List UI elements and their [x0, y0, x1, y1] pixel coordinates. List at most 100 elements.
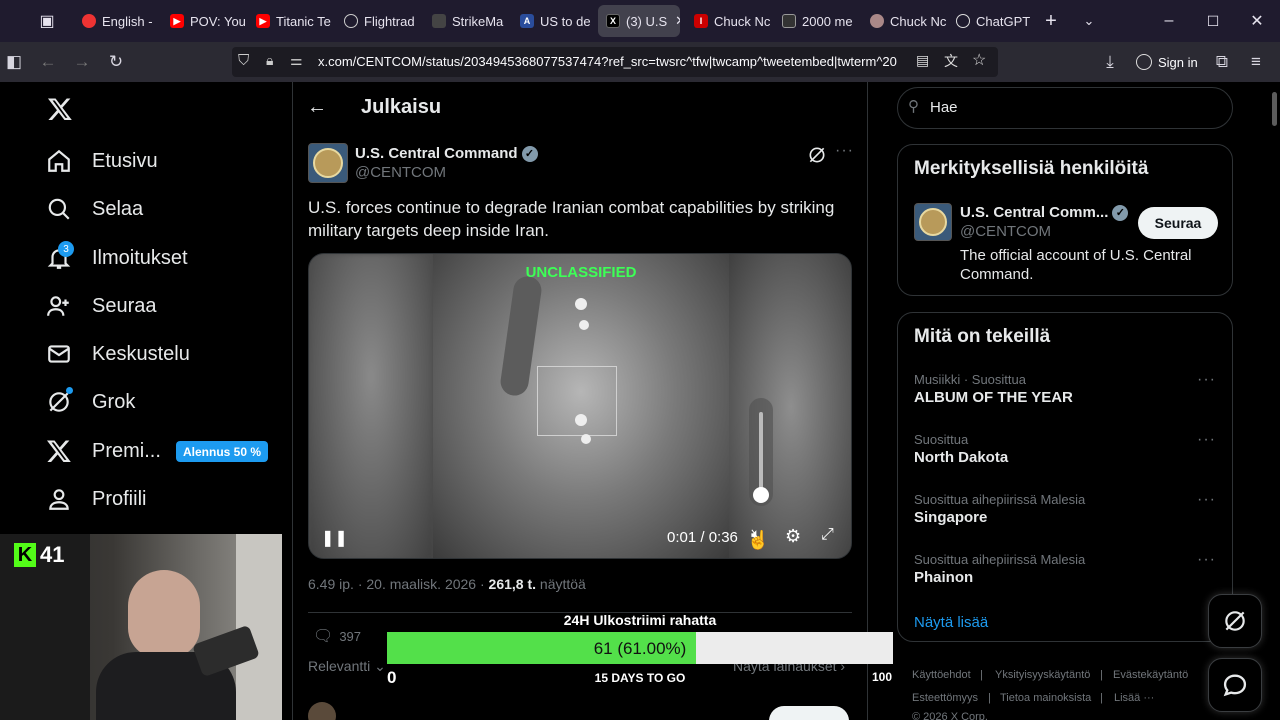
forward-icon[interactable]: →	[70, 50, 94, 74]
pause-icon[interactable]: ❚❚	[321, 528, 348, 548]
tab-1[interactable]: English -	[74, 5, 166, 37]
search-input[interactable]: ⚲ Hae	[897, 87, 1233, 129]
sidebar-item-home[interactable]: Etusivu	[46, 141, 158, 181]
tab-10[interactable]: Chuck Nc	[862, 5, 948, 37]
trend-item[interactable]: Suosittua North Dakota ···	[898, 429, 1232, 485]
sidebar-item-profile[interactable]: Profiili	[46, 479, 146, 519]
verified-badge-icon: ✓	[521, 145, 538, 162]
maximize-icon[interactable]: ☐	[1200, 8, 1226, 34]
tab-3[interactable]: ▶ Titanic Te	[248, 5, 334, 37]
sidebar-item-grok[interactable]: Grok	[46, 382, 135, 422]
kick-counter: K 41	[14, 542, 64, 568]
avatar[interactable]	[914, 203, 952, 241]
centcom-seal-icon	[919, 208, 947, 236]
sidebar-item-messages[interactable]: Keskustelu	[46, 334, 190, 374]
bookmark-star-icon[interactable]: ☆	[972, 50, 986, 70]
sidebar-toggle-icon[interactable]: ◧	[2, 50, 26, 74]
tab-5[interactable]: StrikeMa	[424, 5, 510, 37]
profile-icon	[49, 489, 69, 510]
close-window-icon[interactable]: ✕	[1244, 8, 1270, 34]
show-more-link[interactable]: Näytä lisää	[914, 614, 988, 631]
back-arrow-icon[interactable]: ←	[307, 96, 327, 119]
tab-2[interactable]: ▶ POV: You	[162, 5, 248, 37]
footer-copyright: © 2026 X Corp.	[912, 711, 988, 720]
more-options-icon[interactable]: ···	[835, 142, 854, 160]
more-options-icon[interactable]: ···	[1197, 551, 1216, 569]
tab-6[interactable]: A US to de	[512, 5, 598, 37]
more-options-icon[interactable]: ···	[1197, 491, 1216, 509]
volume-slider[interactable]	[749, 398, 773, 506]
reply-avatar[interactable]	[308, 702, 336, 720]
extensions-icon[interactable]: ⧉	[1210, 50, 1234, 74]
author-handle[interactable]: @CENTCOM	[355, 164, 446, 181]
tab-overview-icon[interactable]: ▣	[34, 8, 60, 34]
footer-link[interactable]: Lisää ···	[1114, 692, 1154, 704]
x-logo-icon[interactable]	[47, 96, 73, 122]
address-bar[interactable]: ⛉ 🔒︎ ⚌ x.com/CENTCOM/status/203494536807…	[232, 47, 998, 77]
grok-floating-button[interactable]	[1208, 594, 1262, 648]
messages-floating-button[interactable]	[1208, 658, 1262, 712]
menu-icon[interactable]: ≡	[1244, 50, 1268, 74]
favicon-icon: A	[520, 14, 534, 28]
tab-11[interactable]: ChatGPT	[948, 5, 1034, 37]
more-options-icon[interactable]: ···	[1197, 371, 1216, 389]
minimize-icon[interactable]: –	[1156, 8, 1182, 34]
premium-discount-badge[interactable]: Alennus 50 %	[176, 441, 269, 462]
chat-bubble-icon	[1223, 674, 1247, 697]
url-text[interactable]: x.com/CENTCOM/status/2034945368077537474…	[318, 54, 910, 69]
grok-icon[interactable]	[807, 145, 827, 165]
footer-link[interactable]: Tietoa mainoksista	[1000, 692, 1091, 704]
reader-view-icon[interactable]: ▤	[916, 52, 929, 69]
new-tab-icon[interactable]: +	[1038, 8, 1064, 34]
person-name[interactable]: U.S. Central Comm... ✓	[960, 204, 1129, 221]
sidebar-item-notifications[interactable]: 3 Ilmoitukset	[46, 238, 188, 278]
person-handle[interactable]: @CENTCOM	[960, 223, 1051, 240]
settings-gear-icon[interactable]: ⚙	[785, 526, 801, 547]
account-icon	[1136, 54, 1152, 70]
scrollbar-thumb[interactable]	[1272, 92, 1277, 126]
shield-icon[interactable]: ⛉	[238, 52, 249, 69]
trend-item[interactable]: Musiikki · Suosittua ALBUM OF THE YEAR ·…	[898, 369, 1232, 425]
fullscreen-icon[interactable]: ⤢	[821, 526, 834, 544]
download-icon[interactable]: ⤓	[1098, 50, 1122, 74]
post-meta: 6.49 ip. · 20. maalisk. 2026 · 261,8 t. …	[308, 576, 586, 592]
tab-9[interactable]: 2000 me	[774, 5, 860, 37]
back-icon[interactable]: ←	[36, 50, 60, 74]
sidebar-item-premium[interactable]: Premi...	[46, 431, 161, 471]
reply-button[interactable]: 🗨︎ 397	[313, 626, 361, 646]
avatar[interactable]	[308, 143, 348, 183]
footer-link[interactable]: Yksityisyyskäytäntö	[995, 669, 1090, 681]
follow-button[interactable]: Seuraa	[1138, 207, 1218, 239]
tab-4[interactable]: Flightrad	[336, 5, 422, 37]
x-page: Etusivu Selaa 3 Ilmoitukset Seuraa Kesku…	[0, 82, 1280, 720]
chevron-down-icon[interactable]: ⌄	[1076, 8, 1102, 34]
reload-icon[interactable]: ↻	[104, 50, 128, 74]
video-player[interactable]: UNCLASSIFIED ❚❚ 0:01 / 0:36 🔇︎ ⚙ ⤢	[308, 253, 852, 559]
trend-item[interactable]: Suosittua aihepiirissä Malesia Singapore…	[898, 489, 1232, 545]
close-tab-icon[interactable]: ✕	[675, 13, 680, 29]
lock-icon[interactable]: 🔒︎	[266, 52, 273, 69]
translate-icon[interactable]: 文	[944, 51, 958, 71]
sort-dropdown[interactable]: Relevantti ⌄	[308, 658, 386, 675]
footer-link[interactable]: Esteettömyys	[912, 692, 978, 704]
sign-in-button[interactable]: Sign in	[1136, 51, 1198, 73]
permissions-icon[interactable]: ⚌	[290, 52, 303, 69]
footer-link[interactable]: Evästekäytäntö	[1113, 669, 1188, 681]
footer-separator: |	[1100, 669, 1103, 681]
tab-8[interactable]: I Chuck Nc	[686, 5, 772, 37]
sidebar-item-explore[interactable]: Selaa	[46, 189, 143, 229]
x-icon	[46, 440, 71, 463]
tab-active[interactable]: X(3) U.S✕	[598, 5, 680, 37]
more-options-icon[interactable]: ···	[1197, 431, 1216, 449]
reply-button-partial[interactable]	[769, 706, 849, 720]
trend-item[interactable]: Suosittua aihepiirissä Malesia Phainon ·…	[898, 549, 1232, 605]
author-name[interactable]: U.S. Central Command ✓	[355, 145, 538, 162]
chatgpt-icon	[956, 14, 970, 28]
video-blur-right	[729, 254, 851, 558]
grok-icon	[1225, 611, 1245, 631]
browser-tab-bar: ▣ English - ▶ POV: You ▶ Titanic Te Flight…	[0, 0, 1280, 42]
footer-link[interactable]: Käyttöehdot	[912, 669, 971, 681]
sidebar-item-follow[interactable]: Seuraa	[46, 286, 157, 326]
footer-separator: |	[988, 692, 991, 704]
volume-handle[interactable]	[753, 487, 769, 503]
